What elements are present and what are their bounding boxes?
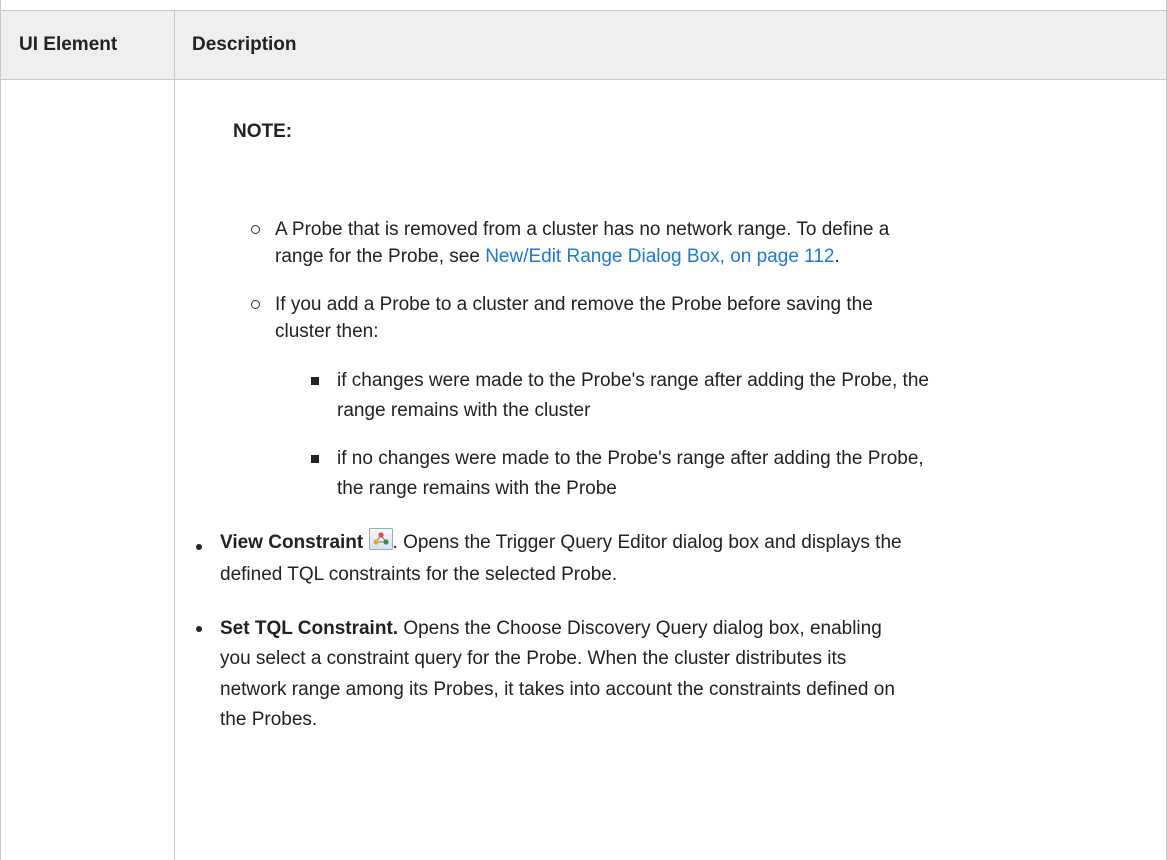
circle-bullet-icon — [251, 300, 260, 309]
table-header-row: UI Element Description — [1, 10, 1166, 80]
set-tql-text: Opens the Choose Discovery Query dialog … — [398, 618, 882, 639]
note-label: NOTE: — [233, 121, 293, 142]
view-constraint-icon[interactable] — [368, 528, 393, 550]
set-tql-line-4: the Probes. — [220, 709, 318, 730]
column-header-ui-element: UI Element — [19, 34, 118, 55]
view-constraint-text: . Opens the Trigger Query Editor dialog … — [392, 532, 902, 553]
square-bullet-icon — [311, 455, 319, 463]
sub-item-1-line-2: range remains with the cluster — [337, 400, 591, 421]
note-item-1-period: . — [834, 246, 840, 267]
description-table: UI Element Description NOTE: A Probe tha… — [0, 0, 1167, 860]
dot-bullet-icon — [196, 544, 202, 550]
column-divider — [174, 10, 175, 860]
column-header-description: Description — [192, 34, 297, 55]
dot-bullet-icon — [196, 626, 202, 632]
new-edit-range-link[interactable]: New/Edit Range Dialog Box, on page 112 — [485, 246, 834, 267]
circle-bullet-icon — [251, 225, 260, 234]
view-constraint-title: View Constraint — [220, 532, 364, 553]
square-bullet-icon — [311, 377, 319, 385]
sub-item-2-line-2: the range remains with the Probe — [337, 478, 617, 499]
note-item-2-line-2: cluster then: — [275, 321, 379, 342]
view-constraint-line-1: View Constraint . Opens the Trigger Quer… — [220, 525, 902, 561]
set-tql-line-3: network range among its Probes, it takes… — [220, 679, 895, 700]
note-item-1-text: range for the Probe, see — [275, 246, 486, 267]
view-constraint-line-2: defined TQL constraints for the selected… — [220, 564, 618, 585]
set-tql-title: Set TQL Constraint. — [220, 618, 399, 639]
note-item-1-line-2: range for the Probe, see New/Edit Range … — [275, 239, 840, 275]
